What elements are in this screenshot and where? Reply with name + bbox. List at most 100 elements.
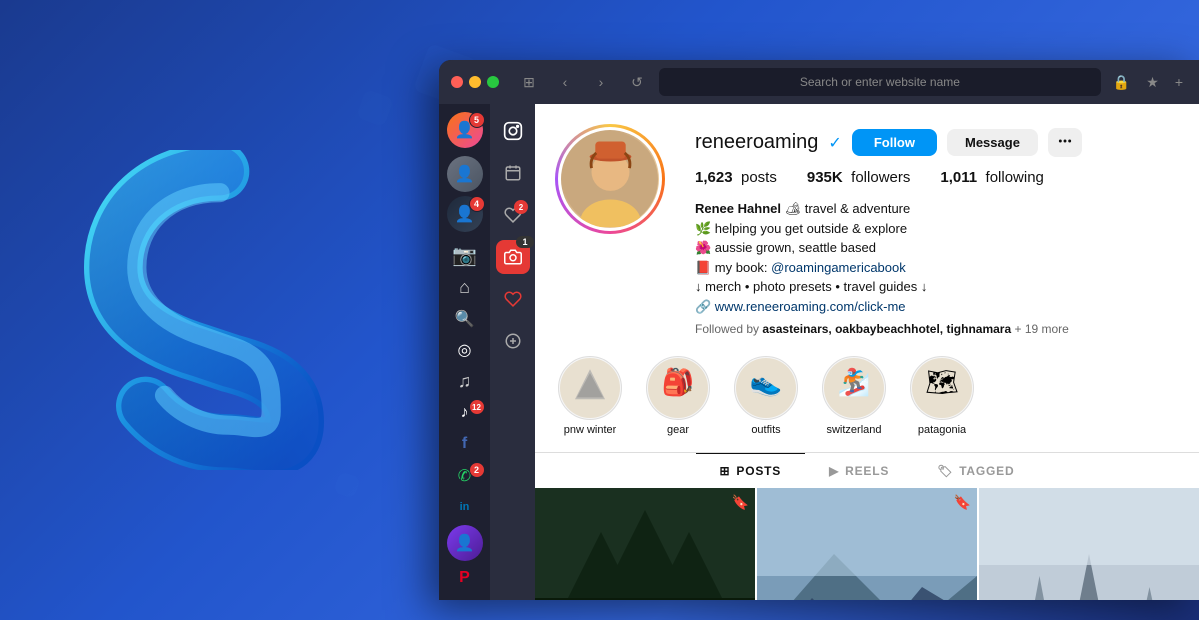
sidebar-item-instagram[interactable]: 📷: [445, 242, 485, 269]
bio-website: 🔗 www.reneeroaming.com/click-me: [695, 297, 1179, 317]
sidebar-item-spotify[interactable]: ♫: [445, 368, 485, 395]
sidebar-item-linkedin[interactable]: in: [445, 493, 485, 520]
tab-tagged[interactable]: 🏷 TAGGED: [913, 453, 1038, 488]
website-link[interactable]: 🔗 www.reneeroaming.com/click-me: [695, 299, 906, 314]
verified-icon: ✓: [828, 133, 841, 153]
traffic-light-yellow[interactable]: [469, 76, 481, 88]
badge-5: 5: [469, 112, 485, 128]
sidebar-item-avatar1[interactable]: 👤 5: [445, 112, 485, 148]
sidebar-item-search[interactable]: 🔍: [445, 305, 485, 332]
toolbar-plus-icon[interactable]: [496, 324, 530, 358]
bio-line1: 🌿 helping you get outside & explore: [695, 219, 1179, 239]
bio-line2: 🌺 aussie grown, seattle based: [695, 238, 1179, 258]
tagged-tab-label: TAGGED: [959, 464, 1014, 478]
sidebar-item-avatar4[interactable]: 👤: [445, 525, 485, 561]
toolbar-calendar-icon[interactable]: [496, 156, 530, 190]
tab-posts[interactable]: ⊞ POSTS: [696, 453, 806, 488]
book-link[interactable]: @roamingamericabook: [771, 260, 906, 275]
bookmark-icon-1: 🔖: [732, 494, 749, 511]
posts-label: posts: [741, 169, 777, 186]
followed-accounts[interactable]: asasteinars, oakbaybeachhotel, tighnamar…: [762, 322, 1011, 336]
posts-tab-label: POSTS: [736, 464, 781, 478]
badge-12: 12: [469, 399, 485, 415]
profile-header: reneeroaming ✓ Follow Message: [535, 104, 1199, 346]
add-tab-button[interactable]: +: [1171, 70, 1187, 94]
toolbar-heart-outline-icon[interactable]: [496, 282, 530, 316]
profile-info: reneeroaming ✓ Follow Message: [695, 124, 1179, 336]
avatar-photo: [561, 130, 659, 228]
highlight-label-patagonia: patagonia: [918, 424, 966, 436]
follow-button[interactable]: Follow: [852, 129, 937, 156]
sidebar-item-avatar3[interactable]: 👤 4: [445, 196, 485, 232]
highlight-circle-patagonia: 🗺: [910, 356, 974, 420]
highlight-switzerland[interactable]: 🏂 switzerland: [819, 356, 889, 436]
lock-icon: 🔒: [1109, 70, 1134, 95]
tagged-tab-icon: 🏷: [937, 464, 953, 478]
refresh-button[interactable]: ↺: [623, 68, 651, 96]
svg-text:🎒: 🎒: [662, 367, 695, 398]
followers-label: followers: [851, 169, 910, 186]
back-button[interactable]: ‹: [551, 68, 579, 96]
reels-tab-icon: ▶: [829, 464, 839, 478]
toolbar-heart-icon[interactable]: 2: [496, 198, 530, 232]
camera-badge: 1: [516, 236, 534, 248]
sidebar-item-pinterest[interactable]: P: [445, 565, 485, 592]
grid-item-1[interactable]: 🔖: [535, 488, 755, 600]
highlight-outfits[interactable]: 👟 outfits: [731, 356, 801, 436]
following-label: following: [986, 169, 1044, 186]
highlights-section: pnw winter 🎒 gear: [535, 346, 1199, 452]
message-button[interactable]: Message: [947, 129, 1038, 156]
bookmark-icon-2: 🔖: [954, 494, 971, 511]
browser-window: ⊞ ‹ › ↺ Search or enter website name 🔒 ★…: [439, 60, 1199, 600]
forward-button[interactable]: ›: [587, 68, 615, 96]
bio-line3: 📕 my book: @roamingamericabook: [695, 258, 1179, 278]
sidebar-item-compass[interactable]: ◎: [445, 336, 485, 363]
toolbar-instagram-icon[interactable]: [496, 114, 530, 148]
traffic-lights: [451, 76, 499, 88]
heart-badge: 2: [514, 200, 528, 214]
photo-grid: 🔖 🔖: [535, 488, 1199, 600]
browser-chrome: ⊞ ‹ › ↺ Search or enter website name 🔒 ★…: [439, 60, 1199, 104]
bio-title: 🏕 travel & adventure: [785, 201, 911, 216]
traffic-light-green[interactable]: [487, 76, 499, 88]
sidebar-item-home[interactable]: ⌂: [445, 273, 485, 300]
highlight-label-outfits: outfits: [751, 424, 780, 436]
highlight-label-gear: gear: [667, 424, 689, 436]
traffic-light-red[interactable]: [451, 76, 463, 88]
grid-item-3[interactable]: [979, 488, 1199, 600]
sidebar-item-facebook[interactable]: f: [445, 430, 485, 457]
followers-count: 935K: [807, 169, 843, 186]
followed-by: Followed by asasteinars, oakbaybeachhote…: [695, 322, 1179, 336]
address-bar[interactable]: Search or enter website name: [659, 68, 1101, 96]
sidebar-item-whatsapp[interactable]: ✆ 2: [445, 462, 485, 489]
right-panel: 2 1: [491, 104, 1199, 600]
profile-avatar: [555, 124, 665, 234]
bio-name: Renee Hahnel: [695, 201, 781, 216]
following-stat: 1,011 following: [940, 169, 1044, 187]
tab-reels[interactable]: ▶ REELS: [805, 453, 913, 488]
more-button[interactable]: [1048, 128, 1082, 157]
profile-name-row: reneeroaming ✓ Follow Message: [695, 128, 1179, 157]
instagram-content: reneeroaming ✓ Follow Message: [535, 104, 1199, 600]
profile-stats: 1,623 posts 935K followers 1,011 followi…: [695, 169, 1179, 187]
posts-tab-icon: ⊞: [720, 464, 731, 478]
badge-4: 4: [469, 196, 485, 212]
sidebar-item-avatar2[interactable]: 👤: [445, 156, 485, 192]
svg-text:🗺: 🗺: [925, 367, 958, 397]
sidebar-toggle-button[interactable]: ⊞: [515, 68, 543, 96]
star-icon[interactable]: ★: [1142, 70, 1163, 95]
highlight-pnw-winter[interactable]: pnw winter: [555, 356, 625, 436]
followed-more: + 19 more: [1014, 322, 1068, 336]
highlight-gear[interactable]: 🎒 gear: [643, 356, 713, 436]
sidebar-item-tiktok[interactable]: ♪ 12: [445, 399, 485, 426]
followers-stat: 935K followers: [807, 169, 911, 187]
badge-2: 2: [469, 462, 485, 478]
svg-text:🏂: 🏂: [838, 367, 871, 397]
social-sidebar: 👤 5 👤 👤 4 📷 ⌂ 🔍: [439, 104, 491, 600]
highlight-circle-pnw: [558, 356, 622, 420]
icon-toolbar: 2 1: [491, 104, 535, 600]
toolbar-camera-icon[interactable]: 1: [496, 240, 530, 274]
highlight-patagonia[interactable]: 🗺 patagonia: [907, 356, 977, 436]
address-bar-text: Search or enter website name: [800, 75, 960, 89]
grid-item-2[interactable]: 🔖: [757, 488, 977, 600]
